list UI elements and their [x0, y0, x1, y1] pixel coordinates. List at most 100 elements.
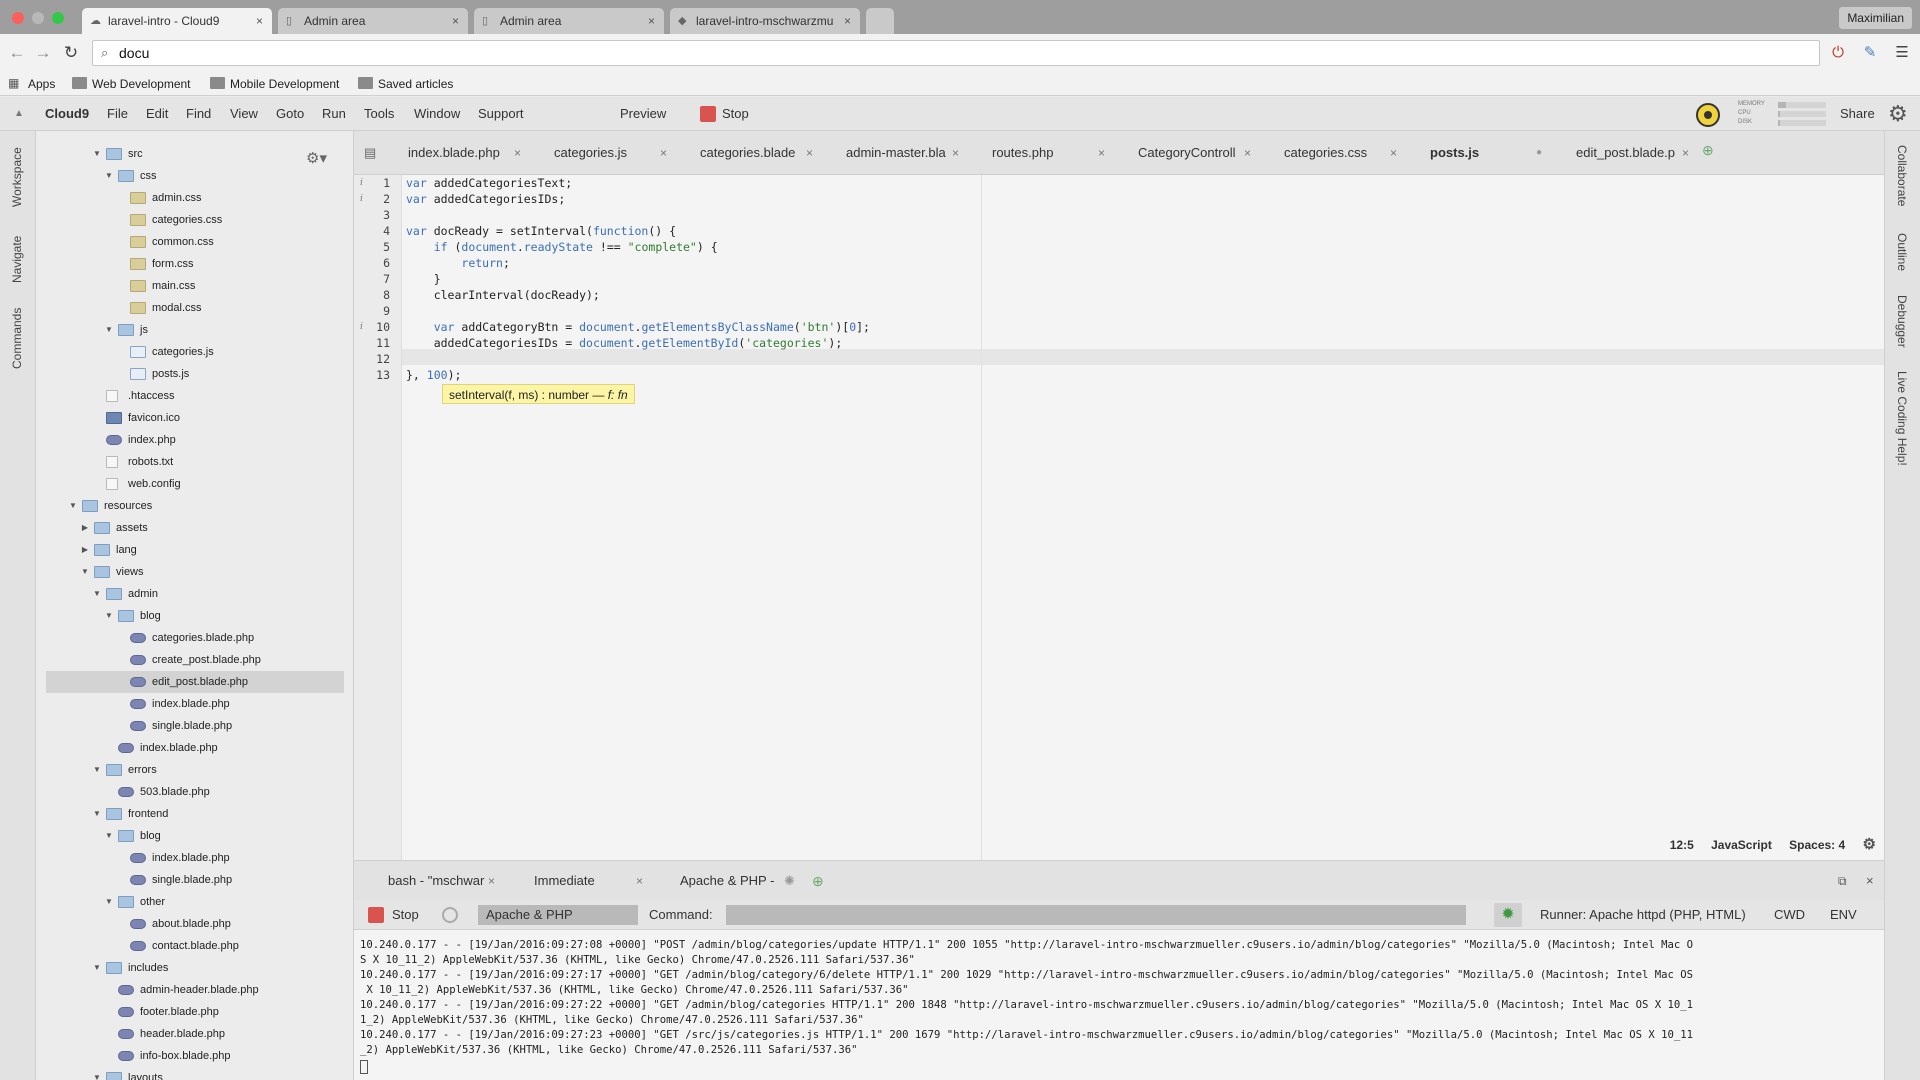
stop-extension-icon[interactable]: ⏻	[1828, 43, 1848, 63]
expanded-arrow-icon[interactable]: ▼	[92, 143, 102, 165]
close-panel-icon[interactable]: ×	[1866, 869, 1874, 893]
maximize-panel-icon[interactable]: ⧉	[1838, 869, 1847, 893]
avatar[interactable]	[1696, 103, 1720, 127]
expanded-arrow-icon[interactable]: ▼	[104, 165, 114, 187]
expanded-arrow-icon[interactable]: ▼	[92, 803, 102, 825]
stop-button[interactable]: Stop	[700, 105, 749, 123]
tree-file[interactable]: main.css	[36, 275, 353, 297]
editor-tab[interactable]: edit_post.blade.p ×	[1576, 141, 1716, 165]
panel-tab-commands[interactable]: Commands	[10, 308, 24, 369]
bookmark-saved-articles[interactable]: Saved articles	[358, 75, 453, 93]
panel-tab-live-coding-help[interactable]: Live Coding Help!	[1895, 371, 1909, 466]
menu-run[interactable]: Run	[322, 97, 346, 131]
add-console-tab-icon[interactable]: ⊕	[812, 869, 824, 893]
editor-settings-gear-icon[interactable]: ⚙	[1863, 836, 1876, 853]
browser-menu-icon[interactable]: ☰	[1892, 43, 1912, 63]
menu-edit[interactable]: Edit	[146, 97, 168, 131]
menu-file[interactable]: File	[107, 97, 128, 131]
reload-icon[interactable]: ↻	[60, 42, 82, 64]
panel-tab-outline[interactable]: Outline	[1895, 233, 1909, 271]
tree-file[interactable]: header.blade.php	[36, 1023, 353, 1045]
panel-tab-debugger[interactable]: Debugger	[1895, 295, 1909, 348]
tree-file[interactable]: categories.blade.php	[36, 627, 353, 649]
tree-folder[interactable]: ▶ lang	[36, 539, 353, 561]
runner-info[interactable]: Runner: Apache httpd (PHP, HTML)	[1540, 905, 1746, 925]
editor-tab[interactable]: CategoryControll ×	[1138, 141, 1278, 165]
indent-setting[interactable]: Spaces: 4	[1789, 838, 1845, 852]
tree-file[interactable]: admin-header.blade.php	[36, 979, 353, 1001]
debug-bug-icon[interactable]: ✹	[1494, 903, 1522, 927]
tree-file[interactable]: modal.css	[36, 297, 353, 319]
menu-window[interactable]: Window	[414, 97, 460, 131]
tree-file[interactable]: posts.js	[36, 363, 353, 385]
tree-file[interactable]: create_post.blade.php	[36, 649, 353, 671]
close-tab-icon[interactable]: ×	[1098, 141, 1105, 165]
tree-file[interactable]: web.config	[36, 473, 353, 495]
tree-folder[interactable]: ▼ src	[36, 143, 353, 165]
close-tab-icon[interactable]: ×	[806, 141, 813, 165]
preview-button[interactable]: Preview	[620, 97, 666, 131]
menu-support[interactable]: Support	[478, 97, 524, 131]
close-tab-icon[interactable]: ×	[1244, 141, 1251, 165]
close-tab-icon[interactable]: ×	[1682, 141, 1689, 165]
collapse-menu-icon[interactable]: ▲	[14, 97, 24, 131]
tree-file[interactable]: about.blade.php	[36, 913, 353, 935]
expanded-arrow-icon[interactable]: ▼	[104, 891, 114, 913]
browser-tab-cloud9[interactable]: ☁ laravel-intro - Cloud9 ×	[82, 8, 272, 34]
env-button[interactable]: ENV	[1830, 905, 1857, 925]
close-tab-icon[interactable]: ×	[844, 8, 851, 34]
tree-file[interactable]: admin.css	[36, 187, 353, 209]
expanded-arrow-icon[interactable]: ▼	[104, 825, 114, 847]
expanded-arrow-icon[interactable]: ▼	[92, 583, 102, 605]
tree-file[interactable]: robots.txt	[36, 451, 353, 473]
editor-tab[interactable]: categories.css ×	[1284, 141, 1424, 165]
menu-goto[interactable]: Goto	[276, 97, 304, 131]
tab-list-icon[interactable]: ▤	[364, 145, 376, 161]
collapsed-arrow-icon[interactable]: ▶	[80, 539, 90, 561]
tree-file[interactable]: index.php	[36, 429, 353, 451]
tree-file[interactable]: contact.blade.php	[36, 935, 353, 957]
menu-find[interactable]: Find	[186, 97, 211, 131]
command-input[interactable]	[726, 905, 1466, 925]
browser-tab-admin-2[interactable]: ▯ Admin area ×	[474, 8, 664, 34]
expanded-arrow-icon[interactable]: ▼	[68, 495, 78, 517]
tree-file[interactable]: footer.blade.php	[36, 1001, 353, 1023]
console-tab-immediate[interactable]: Immediate ×	[534, 869, 646, 893]
tree-file[interactable]: .htaccess	[36, 385, 353, 407]
tree-file[interactable]: favicon.ico	[36, 407, 353, 429]
panel-tab-workspace[interactable]: Workspace	[10, 147, 24, 207]
tree-file[interactable]: single.blade.php	[36, 869, 353, 891]
tree-file[interactable]: single.blade.php	[36, 715, 353, 737]
menu-tools[interactable]: Tools	[364, 97, 394, 131]
panel-tab-navigate[interactable]: Navigate	[10, 236, 24, 283]
tree-folder[interactable]: ▼ resources	[36, 495, 353, 517]
expanded-arrow-icon[interactable]: ▼	[104, 319, 114, 341]
new-tab-button[interactable]	[866, 8, 894, 34]
info-marker-icon[interactable]: i	[360, 191, 363, 207]
tree-file[interactable]: index.blade.php	[36, 737, 353, 759]
minimize-window-button[interactable]	[32, 12, 44, 24]
tree-folder[interactable]: ▼ frontend	[36, 803, 353, 825]
editor-tab[interactable]: categories.blade ×	[700, 141, 840, 165]
tree-file[interactable]: common.css	[36, 231, 353, 253]
close-tab-icon[interactable]: ×	[952, 141, 959, 165]
tree-folder[interactable]: ▼ css	[36, 165, 353, 187]
expanded-arrow-icon[interactable]: ▼	[80, 561, 90, 583]
tree-file[interactable]: edit_post.blade.php	[46, 671, 344, 693]
expanded-arrow-icon[interactable]: ▼	[92, 759, 102, 781]
tree-folder[interactable]: ▶ assets	[36, 517, 353, 539]
tree-file[interactable]: index.blade.php	[36, 847, 353, 869]
close-tab-icon[interactable]: ×	[514, 141, 521, 165]
close-window-button[interactable]	[12, 12, 24, 24]
info-marker-icon[interactable]: i	[360, 175, 363, 191]
expanded-arrow-icon[interactable]: ▼	[92, 1067, 102, 1080]
console-tab-bash[interactable]: bash - "mschwar ×	[388, 869, 498, 893]
editor-tab[interactable]: categories.js ×	[554, 141, 694, 165]
tree-folder[interactable]: ▼ views	[36, 561, 353, 583]
tree-folder[interactable]: ▼ includes	[36, 957, 353, 979]
collapsed-arrow-icon[interactable]: ▶	[80, 517, 90, 539]
close-tab-icon[interactable]: ×	[636, 869, 643, 893]
bookmark-mobile-development[interactable]: Mobile Development	[210, 75, 339, 93]
tree-folder[interactable]: ▼ layouts	[36, 1067, 353, 1080]
bookmark-web-development[interactable]: Web Development	[72, 75, 191, 93]
